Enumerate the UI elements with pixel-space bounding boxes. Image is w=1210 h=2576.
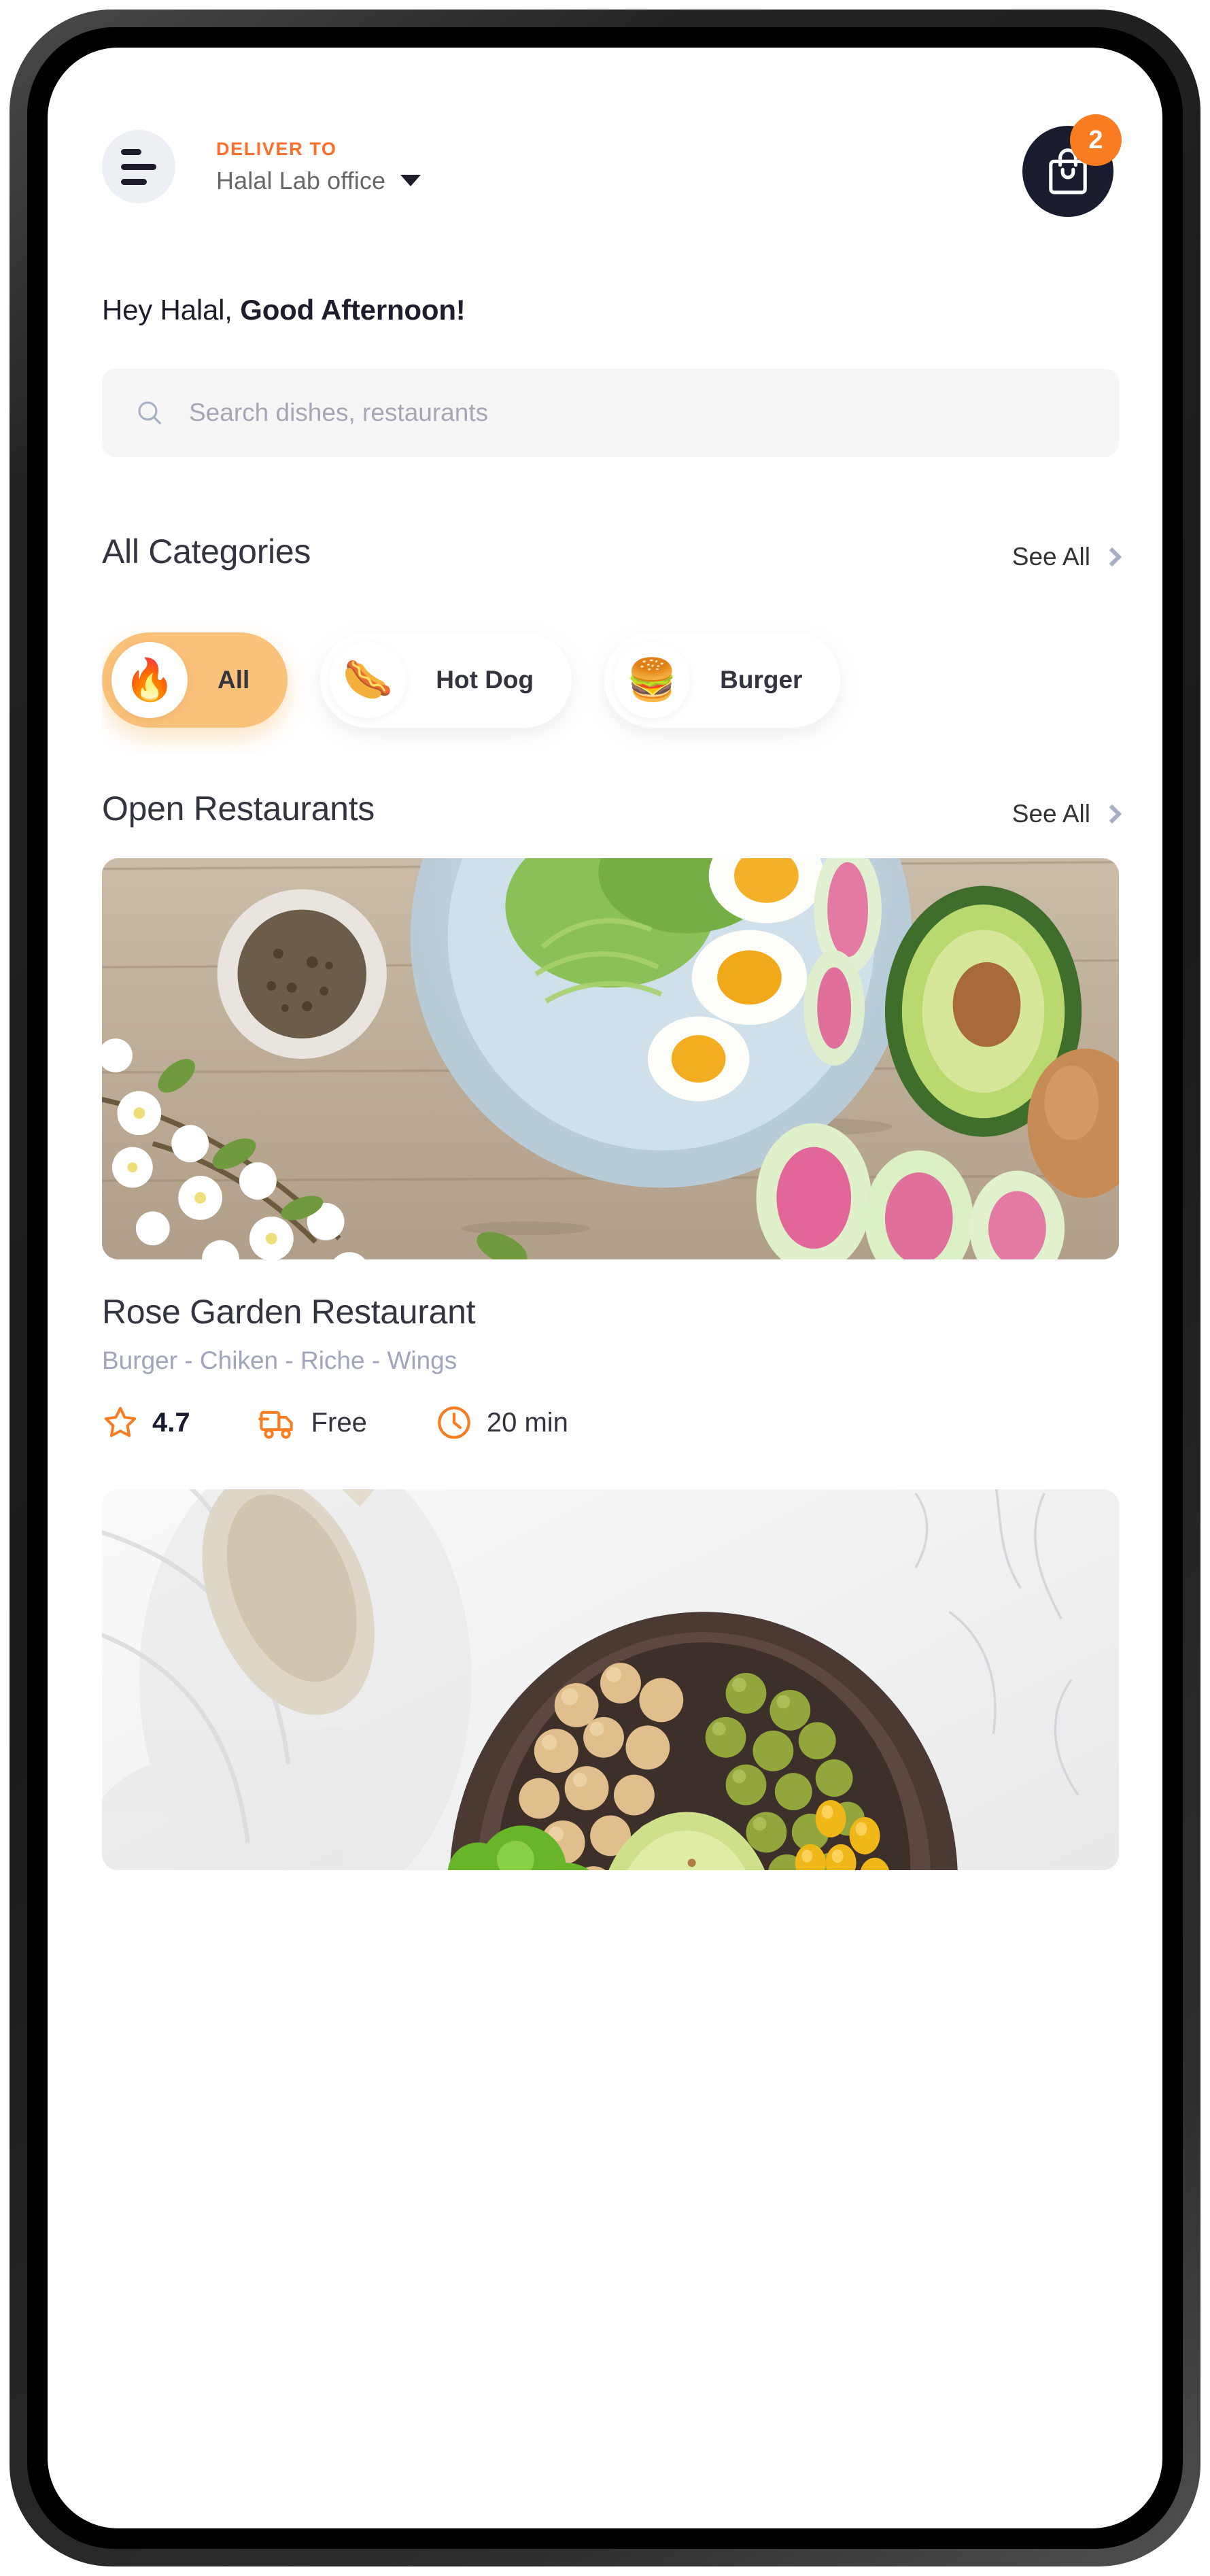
category-chip-all[interactable]: 🔥 All	[102, 632, 288, 728]
restaurant-name: Rose Garden Restaurant	[102, 1293, 476, 1331]
clock-icon	[438, 1406, 470, 1439]
restaurants-section-header: Open Restaurants See All	[102, 789, 1122, 828]
restaurant-list: Rose Garden Restaurant Burger - Chiken -…	[48, 858, 1162, 1870]
buddha-bowl-on-marble-photo	[102, 1489, 1119, 1870]
restaurant-meta-row: 4.7 Free 20 min	[102, 1404, 1119, 1442]
time-meta: 20 min	[435, 1404, 568, 1442]
restaurant-card[interactable]	[102, 1489, 1119, 1870]
cart-button-wrapper[interactable]: 2	[1017, 114, 1122, 218]
delivery-address-block[interactable]: DELIVER TO Halal Lab office	[216, 139, 421, 195]
delivery-address-value: Halal Lab office	[216, 166, 386, 194]
search-icon	[138, 401, 161, 424]
phone-bezel: DELIVER TO Halal Lab office 2 Hey Halal,…	[27, 27, 1183, 2549]
restaurant-card[interactable]: Rose Garden Restaurant Burger - Chiken -…	[102, 858, 1119, 1442]
rating-value: 4.7	[152, 1407, 190, 1438]
search-input[interactable]	[189, 399, 1086, 427]
salad-plate-on-wooden-table-photo	[102, 858, 1119, 1259]
category-chip-hot-dog[interactable]: 🌭 Hot Dog	[320, 632, 572, 728]
greeting-prefix: Hey Halal,	[102, 294, 241, 326]
cart-count-badge: 2	[1070, 114, 1122, 166]
greeting-emphasis: Good Afternoon!	[240, 294, 466, 326]
hamburger-menu-icon-bar-2	[121, 163, 156, 170]
delivery-meta: Free	[258, 1404, 367, 1441]
greeting-text: Hey Halal, Good Afternoon!	[102, 294, 1162, 326]
hamburger-menu-icon	[121, 148, 141, 155]
caret-down-icon[interactable]	[400, 175, 421, 186]
category-chip-label-all: All	[218, 666, 250, 694]
delivery-truck-icon	[258, 1410, 293, 1439]
app-screen-content: DELIVER TO Halal Lab office 2 Hey Halal,…	[48, 48, 1162, 2528]
app-header: DELIVER TO Halal Lab office 2	[102, 48, 1122, 218]
categories-section-header: All Categories See All	[102, 532, 1122, 571]
chevron-right-icon	[1102, 547, 1122, 567]
category-chip-burger[interactable]: 🍔 Burger	[604, 632, 841, 728]
star-icon	[104, 1406, 137, 1438]
restaurant-photo[interactable]	[102, 858, 1119, 1259]
delivery-address-row[interactable]: Halal Lab office	[216, 167, 421, 195]
hot-dog-emoji-icon: 🌭	[330, 642, 407, 718]
phone-screen: DELIVER TO Halal Lab office 2 Hey Halal,…	[48, 48, 1162, 2528]
deliver-to-label: DELIVER TO	[216, 138, 337, 159]
fire-emoji-icon: 🔥	[111, 642, 188, 718]
delivery-value: Free	[311, 1407, 367, 1438]
hamburger-menu-button[interactable]	[102, 130, 175, 203]
restaurants-see-all-link[interactable]: See All	[1012, 800, 1122, 828]
search-bar[interactable]	[102, 369, 1119, 457]
category-chip-label-burger: Burger	[720, 666, 803, 694]
restaurant-tags: Burger - Chiken - Riche - Wings	[102, 1346, 457, 1374]
category-chip-strip[interactable]: 🔥 All 🌭 Hot Dog 🍔 Burger	[102, 612, 1162, 753]
time-value: 20 min	[486, 1407, 568, 1438]
restaurant-photo[interactable]	[102, 1489, 1119, 1870]
all-categories-title: All Categories	[102, 532, 311, 571]
open-restaurants-title: Open Restaurants	[102, 790, 375, 828]
categories-see-all-label: See All	[1012, 543, 1090, 571]
restaurants-see-all-label: See All	[1012, 800, 1090, 828]
rating-meta: 4.7	[102, 1404, 190, 1441]
burger-emoji-icon: 🍔	[614, 642, 691, 718]
phone-device-frame: DELIVER TO Halal Lab office 2 Hey Halal,…	[10, 10, 1200, 2566]
categories-see-all-link[interactable]: See All	[1012, 543, 1122, 571]
category-chip-label-hot-dog: Hot Dog	[436, 666, 534, 694]
chevron-right-icon	[1102, 804, 1122, 824]
hamburger-menu-icon-bar-3	[121, 178, 147, 185]
